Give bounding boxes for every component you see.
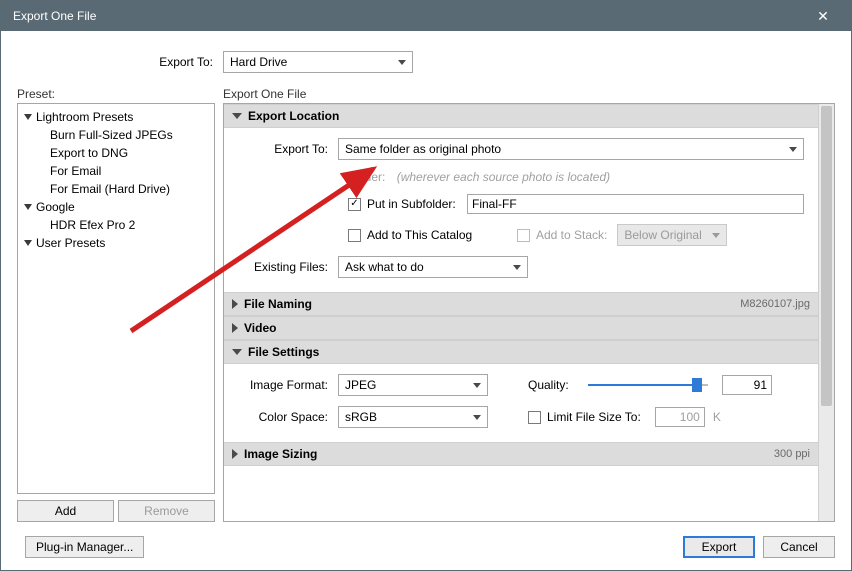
plugin-manager-button[interactable]: Plug-in Manager... (25, 536, 144, 558)
add-preset-button[interactable]: Add (17, 500, 114, 522)
file-settings-body: Image Format: JPEG Quality: (224, 364, 818, 442)
preset-group-label: User Presets (36, 236, 105, 250)
image-sizing-info: 300 ppi (774, 448, 810, 460)
chevron-down-icon (232, 113, 242, 119)
limit-filesize-unit: K (713, 410, 721, 424)
settings-scroll[interactable]: Export Location Export To: Same folder a… (224, 104, 818, 521)
preset-group-user[interactable]: User Presets (24, 234, 208, 252)
color-space-select[interactable]: sRGB (338, 406, 488, 428)
close-icon[interactable]: ✕ (803, 1, 843, 31)
add-to-stack-label: Add to Stack: (536, 228, 607, 242)
existing-files-select[interactable]: Ask what to do (338, 256, 528, 278)
quality-label: Quality: (528, 378, 588, 392)
folder-hint: Folder: (wherever each source photo is l… (348, 170, 804, 184)
chevron-down-icon (24, 204, 32, 210)
section-title: File Naming (244, 297, 312, 311)
section-export-location[interactable]: Export Location (224, 104, 818, 128)
section-image-sizing[interactable]: Image Sizing 300 ppi (224, 442, 818, 466)
cancel-button[interactable]: Cancel (763, 536, 835, 558)
preset-group-lightroom[interactable]: Lightroom Presets (24, 108, 208, 126)
window-title: Export One File (13, 9, 803, 23)
preset-item[interactable]: For Email (Hard Drive) (24, 180, 208, 198)
export-dialog: Export One File ✕ Export To: Hard Drive … (0, 0, 852, 571)
section-title: Video (244, 321, 276, 335)
export-to-label: Export To: (17, 55, 223, 69)
limit-filesize-label: Limit File Size To: (547, 410, 641, 424)
export-to-value: Hard Drive (230, 55, 287, 69)
slider-knob[interactable] (692, 378, 702, 392)
export-button[interactable]: Export (683, 536, 755, 558)
chevron-down-icon (24, 240, 32, 246)
chevron-down-icon (232, 349, 242, 355)
section-file-naming[interactable]: File Naming M8260107.jpg (224, 292, 818, 316)
preset-tree[interactable]: Lightroom Presets Burn Full-Sized JPEGs … (17, 103, 215, 494)
chevron-right-icon (232, 299, 238, 309)
section-title: Export Location (248, 109, 339, 123)
add-to-catalog-label: Add to This Catalog (367, 228, 487, 242)
file-naming-info: M8260107.jpg (740, 298, 810, 310)
preset-item[interactable]: Export to DNG (24, 144, 208, 162)
existing-files-label: Existing Files: (238, 260, 338, 274)
section-title: Image Sizing (244, 447, 317, 461)
preset-column-label: Preset: (17, 87, 223, 101)
stack-position-select: Below Original (617, 224, 727, 246)
color-space-label: Color Space: (238, 410, 338, 424)
limit-filesize-checkbox[interactable] (528, 411, 541, 424)
settings-column: Export Location Export To: Same folder a… (223, 103, 835, 522)
export-location-to-value: Same folder as original photo (345, 142, 501, 156)
preset-group-label: Google (36, 200, 75, 214)
section-file-settings[interactable]: File Settings (224, 340, 818, 364)
titlebar: Export One File ✕ (1, 1, 851, 31)
subfolder-label: Put in Subfolder: (367, 197, 467, 211)
chevron-down-icon (24, 114, 32, 120)
preset-column: Lightroom Presets Burn Full-Sized JPEGs … (17, 103, 215, 522)
chevron-right-icon (232, 449, 238, 459)
export-to-select[interactable]: Hard Drive (223, 51, 413, 73)
quality-input[interactable]: 91 (722, 375, 772, 395)
column-labels: Preset: Export One File (17, 87, 835, 103)
dialog-footer: Plug-in Manager... Export Cancel (17, 522, 835, 558)
add-to-stack-checkbox (517, 229, 530, 242)
settings-scrollbar[interactable] (818, 104, 834, 521)
quality-slider[interactable] (588, 375, 708, 395)
export-location-body: Export To: Same folder as original photo… (224, 128, 818, 292)
preset-item[interactable]: Burn Full-Sized JPEGs (24, 126, 208, 144)
export-location-to-label: Export To: (238, 142, 338, 156)
dialog-content: Export To: Hard Drive Preset: Export One… (1, 31, 851, 570)
subfolder-input[interactable]: Final-FF (467, 194, 804, 214)
limit-filesize-input[interactable]: 100 (655, 407, 705, 427)
add-to-catalog-checkbox[interactable] (348, 229, 361, 242)
image-format-select[interactable]: JPEG (338, 374, 488, 396)
subfolder-checkbox[interactable]: ✓ (348, 198, 361, 211)
preset-group-label: Lightroom Presets (36, 110, 133, 124)
remove-preset-button[interactable]: Remove (118, 500, 215, 522)
preset-item[interactable]: HDR Efex Pro 2 (24, 216, 208, 234)
export-location-to-select[interactable]: Same folder as original photo (338, 138, 804, 160)
preset-group-google[interactable]: Google (24, 198, 208, 216)
export-to-row: Export To: Hard Drive (17, 43, 835, 87)
settings-column-label: Export One File (223, 87, 306, 101)
image-format-label: Image Format: (238, 378, 338, 392)
scrollbar-thumb[interactable] (821, 106, 832, 406)
preset-item[interactable]: For Email (24, 162, 208, 180)
section-video[interactable]: Video (224, 316, 818, 340)
section-title: File Settings (248, 345, 319, 359)
chevron-right-icon (232, 323, 238, 333)
